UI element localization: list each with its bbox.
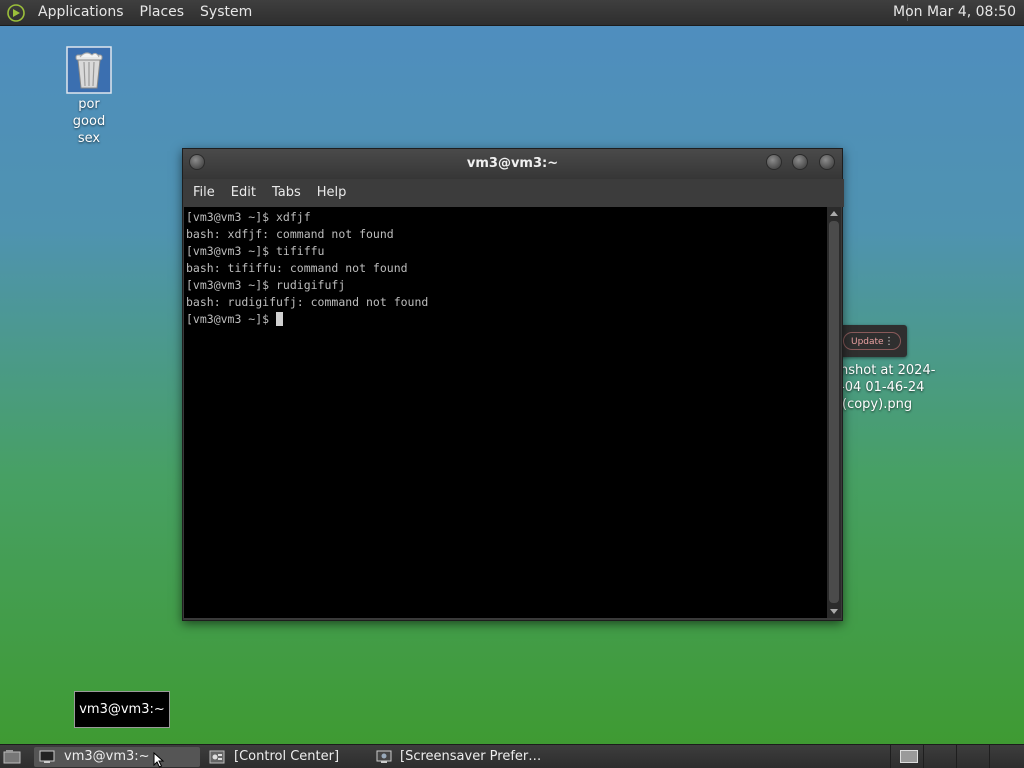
update-widget[interactable]: Update ⋮ — [839, 325, 907, 357]
update-label: Update — [851, 337, 884, 347]
terminal-line: [vm3@vm3 ~]$ xdfjf — [186, 210, 311, 224]
task-terminal[interactable]: vm3@vm3:~ — [34, 747, 200, 767]
terminal-menubar: File Edit Tabs Help — [183, 179, 844, 207]
window-menu-icon[interactable] — [189, 154, 205, 170]
workspace-switcher — [890, 745, 1022, 768]
scroll-down-icon[interactable] — [830, 609, 838, 614]
update-button[interactable]: Update ⋮ — [843, 332, 901, 350]
window-thumbnail — [900, 750, 918, 763]
window-titlebar[interactable]: vm3@vm3:~ — [183, 149, 842, 179]
trash-label-2: good — [72, 114, 106, 129]
window-title: vm3@vm3:~ — [466, 156, 559, 171]
menu-help[interactable]: Help — [309, 179, 355, 207]
task-label: [Control Center] — [234, 749, 340, 764]
screensaver-icon — [376, 749, 392, 765]
close-icon[interactable] — [819, 154, 835, 170]
task-control-center[interactable]: [Control Center] — [204, 747, 369, 767]
desktop-icon-trash[interactable]: por good sex — [56, 46, 122, 147]
workspace-1[interactable] — [890, 745, 923, 768]
mouse-pointer-icon — [153, 752, 165, 768]
clock[interactable]: Mon Mar 4, 08:50 — [889, 0, 1020, 25]
terminal-line: [vm3@vm3 ~]$ rudigifufj — [186, 278, 346, 292]
terminal-line: bash: tififfu: command not found — [186, 261, 408, 275]
trash-icon — [66, 46, 112, 94]
screenshot-label-1: enshot at 2024- — [832, 363, 936, 378]
more-options-icon[interactable]: ⋮ — [884, 333, 894, 351]
maximize-icon[interactable] — [792, 154, 808, 170]
menu-system[interactable]: System — [192, 0, 260, 25]
taskbar-tooltip: vm3@vm3:~ — [74, 691, 170, 728]
terminal-window[interactable]: vm3@vm3:~ File Edit Tabs Help [vm3@vm3 ~… — [182, 148, 844, 621]
scroll-up-icon[interactable] — [830, 211, 838, 216]
desktop-icon-screenshot[interactable]: enshot at 2024- -04 01-46-24 (copy).png — [832, 362, 942, 413]
terminal-output[interactable]: [vm3@vm3 ~]$ xdfjf bash: xdfjf: command … — [184, 207, 827, 618]
workspace-2[interactable] — [923, 745, 956, 768]
terminal-icon — [38, 749, 56, 765]
task-screensaver[interactable]: [Screensaver Prefer… — [372, 747, 540, 767]
screenshot-label-3: (copy).png — [842, 397, 913, 412]
terminal-line: bash: rudigifufj: command not found — [186, 295, 429, 309]
show-desktop-icon[interactable] — [1, 747, 23, 767]
workspace-4[interactable] — [989, 745, 1022, 768]
minimize-icon[interactable] — [766, 154, 782, 170]
text-cursor — [276, 312, 284, 326]
scrollbar-thumb[interactable] — [829, 221, 839, 603]
terminal-prompt: [vm3@vm3 ~]$ — [186, 312, 277, 326]
menu-applications[interactable]: Applications — [30, 0, 132, 25]
menu-edit[interactable]: Edit — [223, 179, 264, 207]
distro-logo-icon[interactable] — [6, 3, 26, 23]
menu-tabs[interactable]: Tabs — [264, 179, 309, 207]
control-center-icon — [208, 749, 226, 765]
trash-label-1: por — [78, 97, 100, 112]
menu-file[interactable]: File — [185, 179, 223, 207]
terminal-line: bash: xdfjf: command not found — [186, 227, 394, 241]
task-label: [Screensaver Prefer… — [400, 749, 540, 764]
terminal-scrollbar[interactable] — [827, 207, 841, 618]
top-panel: Applications Places System Mon Mar 4, 08… — [0, 0, 1024, 26]
trash-label-3: sex — [77, 131, 101, 146]
workspace-3[interactable] — [956, 745, 989, 768]
terminal-line: [vm3@vm3 ~]$ tififfu — [186, 244, 325, 258]
menu-places[interactable]: Places — [132, 0, 193, 25]
terminal-prompt-line[interactable]: [vm3@vm3 ~]$ — [186, 311, 827, 328]
task-label: vm3@vm3:~ — [64, 749, 150, 764]
screenshot-label-2: -04 01-46-24 — [840, 380, 925, 395]
